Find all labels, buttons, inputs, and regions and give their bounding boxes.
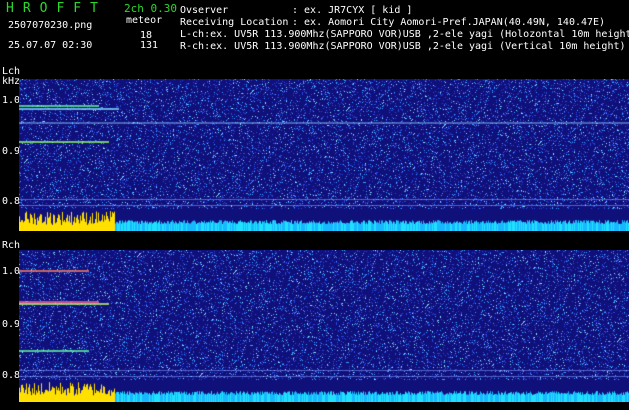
lch-tick-0-9: 0.9	[2, 146, 21, 157]
datetime-label: 25.07.07 02:30	[8, 40, 93, 51]
lch-unit-label: kHz	[2, 76, 21, 87]
rch-description: R-ch:ex. UV5R 113.900Mhz(SAPPORO VOR)USB…	[180, 41, 626, 52]
lch-description: L-ch:ex. UV5R 113.900Mhz(SAPPORO VOR)USB…	[180, 29, 629, 40]
filename-label: 2507070230.png	[8, 20, 93, 31]
hrofft-window: HROFFT 2ch 0.30 2507070230.png meteor 25…	[0, 0, 629, 410]
observer-value: : ex. JR7CYX [ kid ]	[292, 5, 413, 16]
location-label: Receiving Location	[180, 17, 289, 28]
rch-spectrogram	[19, 250, 629, 402]
location-value: : ex. Aomori City Aomori-Pref.JAPAN(40.4…	[292, 17, 606, 28]
observer-label: Ovserver	[180, 5, 229, 16]
meteor-label: meteor	[126, 15, 163, 26]
rch-tick-0-9: 0.9	[2, 319, 21, 330]
rch-tick-1-0: 1.0	[2, 266, 21, 277]
lch-spectrogram	[19, 79, 629, 231]
rch-label: Rch	[2, 240, 21, 251]
meteor-count-r: 131	[140, 40, 159, 51]
app-logo: HROFFT	[6, 1, 107, 16]
mode-label: 2ch 0.30	[124, 2, 177, 15]
lch-tick-1-0: 1.0	[2, 95, 21, 106]
rch-tick-0-8: 0.8	[2, 370, 21, 381]
lch-tick-0-8: 0.8	[2, 196, 21, 207]
